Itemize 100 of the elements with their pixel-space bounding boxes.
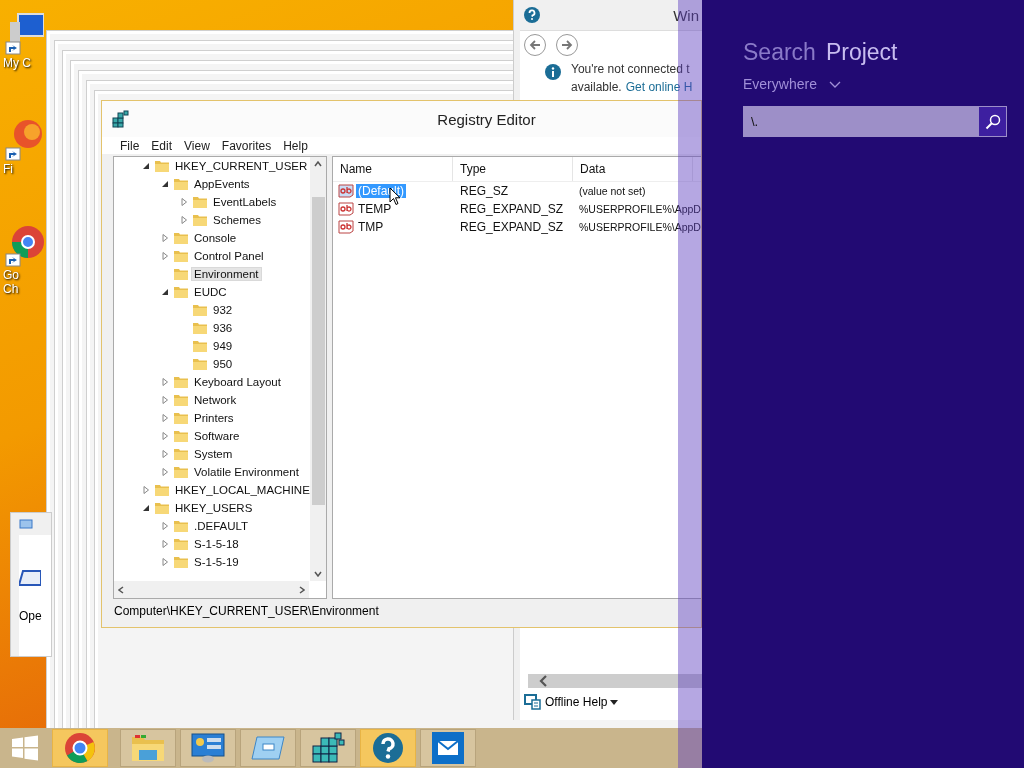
expand-arrow-icon[interactable] [180,216,188,224]
right-arrow-icon[interactable] [561,39,573,51]
collapse-arrow-icon[interactable] [161,180,169,188]
tree-item[interactable]: Console [191,231,240,245]
horizontal-scrollbar[interactable] [528,674,703,688]
tree-item[interactable]: .DEFAULT [191,519,252,533]
value-name[interactable]: TMP [356,220,386,234]
computer-icon[interactable] [4,12,44,56]
expand-arrow-icon[interactable] [161,450,169,458]
tree-item[interactable]: 949 [210,339,236,353]
search-button[interactable] [978,106,1007,137]
menu-item[interactable]: Favorites [215,138,278,153]
expand-arrow-icon[interactable] [161,558,169,566]
value-name[interactable]: TEMP [356,202,394,216]
scope-dropdown[interactable]: Everywhere [743,76,841,92]
help-pages-icon[interactable] [524,694,542,710]
taskbar-button[interactable] [420,729,476,767]
search-icon[interactable] [984,113,1001,130]
tree-item[interactable]: 936 [210,321,236,335]
expand-arrow-icon[interactable] [161,378,169,386]
help-icon[interactable] [372,732,404,764]
expand-arrow-icon[interactable] [180,198,188,206]
folder-icon [154,159,170,173]
tree-item[interactable]: 932 [210,303,236,317]
tree-item[interactable]: Keyboard Layout [191,375,284,389]
value-type: REG_EXPAND_SZ [459,202,565,216]
folder-icon [173,447,189,461]
scroll-up-icon[interactable] [314,161,322,167]
tree-item[interactable]: Printers [191,411,237,425]
string-value-icon [338,202,355,216]
value-data: %USERPROFILE%\AppD [578,221,701,233]
column-header[interactable]: Name [333,157,453,181]
menu-item[interactable]: File [114,138,146,153]
taskbar-button[interactable] [180,729,236,767]
menu-item[interactable]: Edit [145,138,179,153]
browser-icon[interactable] [4,224,44,268]
expand-arrow-icon[interactable] [161,522,169,530]
search-field[interactable]: \. [743,106,978,137]
column-header[interactable]: Data [573,157,693,181]
tree-item[interactable]: System [191,447,236,461]
tree-item[interactable]: Volatile Environment [191,465,302,479]
mail-icon[interactable] [432,732,464,764]
expand-arrow-icon[interactable] [161,234,169,242]
folder-icon [154,501,170,515]
scroll-right-icon[interactable] [299,585,305,594]
forward-button[interactable] [556,34,578,56]
tree-item[interactable]: Network [191,393,240,407]
globe-shortcut-icon[interactable] [4,118,44,162]
collapse-arrow-icon[interactable] [142,162,150,170]
folder-icon [192,195,208,209]
caret-icon[interactable] [610,699,619,705]
horizontal-scrollbar[interactable] [114,581,309,598]
back-button[interactable] [524,34,546,56]
expand-arrow-icon[interactable] [161,540,169,548]
scroll-down-icon[interactable] [314,571,322,577]
vertical-scrollbar[interactable] [310,157,326,581]
online-help-link[interactable]: Get online H [625,80,693,94]
collapse-arrow-icon[interactable] [161,288,169,296]
left-arrow-icon[interactable] [529,39,541,51]
tree-item[interactable]: 950 [210,357,236,371]
tree-item[interactable]: HKEY_CURRENT_USER [172,159,311,173]
menu-item[interactable]: View [178,138,216,153]
folder-icon [173,375,189,389]
folder-icon [192,303,208,317]
taskbar-button[interactable] [300,729,356,767]
menu-item[interactable]: Help [277,138,314,153]
chevron-down-icon[interactable] [828,80,841,88]
cubes-icon[interactable] [311,732,345,764]
message-text: You're not connected t [571,62,691,76]
tree-item[interactable]: HKEY_USERS [172,501,256,515]
scroll-thumb[interactable] [311,197,325,505]
taskbar-button[interactable] [52,729,108,767]
browser-icon[interactable] [64,732,96,764]
expand-arrow-icon[interactable] [161,432,169,440]
tree-item[interactable]: AppEvents [191,177,253,191]
scroll-left-icon[interactable] [118,585,124,594]
expand-arrow-icon[interactable] [161,414,169,422]
tree-item[interactable]: Environment [191,267,262,281]
expand-arrow-icon[interactable] [161,396,169,404]
value-type: REG_SZ [459,184,509,198]
tree-item[interactable]: Software [191,429,243,443]
tree-item[interactable]: EUDC [191,285,230,299]
string-value-icon [338,184,355,198]
tree-item[interactable]: Control Panel [191,249,267,263]
tree-item[interactable]: S-1-5-19 [191,555,242,569]
taskbar-button[interactable] [360,729,416,767]
folder-icon [173,267,189,281]
scroll-left-icon[interactable] [538,675,548,687]
folder-icon[interactable] [131,734,165,762]
control-panel-icon[interactable] [191,733,225,763]
expand-arrow-icon[interactable] [161,468,169,476]
collapse-arrow-icon[interactable] [142,504,150,512]
expand-arrow-icon[interactable] [142,486,150,494]
column-header[interactable]: Type [453,157,573,181]
tree-item[interactable]: S-1-5-18 [191,537,242,551]
tree-item[interactable]: EventLabels [210,195,280,209]
expand-arrow-icon[interactable] [161,252,169,260]
tree-item[interactable]: HKEY_LOCAL_MACHINE [172,483,313,497]
window-icon[interactable] [251,736,285,760]
tree-item[interactable]: Schemes [210,213,264,227]
